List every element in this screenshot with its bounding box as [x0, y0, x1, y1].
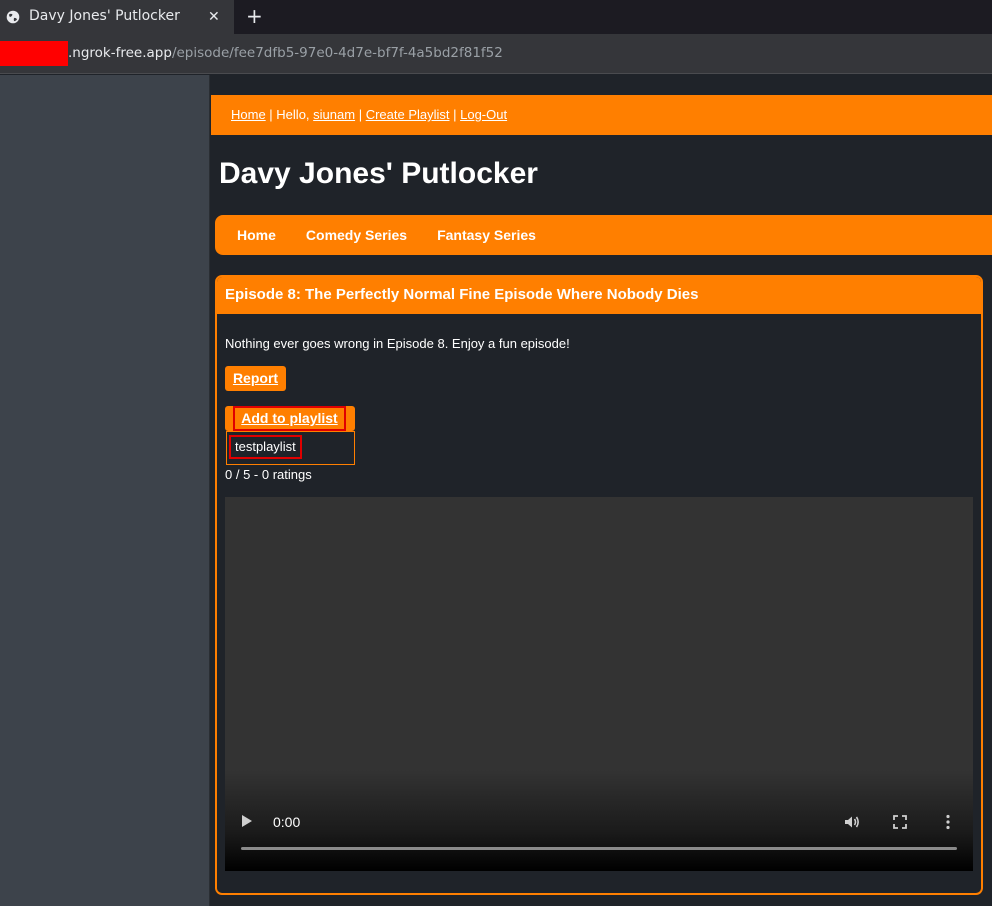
separator: | — [265, 107, 277, 122]
address-bar[interactable]: .ngrok-free.app/episode/fee7dfb5-97e0-4d… — [0, 34, 992, 74]
new-tab-icon[interactable]: + — [246, 5, 263, 27]
greeting-text: Hello, — [276, 107, 314, 122]
add-to-playlist-label: Add to playlist — [233, 406, 346, 431]
url-text[interactable]: .ngrok-free.app/episode/fee7dfb5-97e0-4d… — [68, 45, 503, 61]
playlist-option[interactable]: testplaylist — [229, 435, 302, 459]
episode-description: Nothing ever goes wrong in Episode 8. En… — [225, 336, 570, 351]
tab-title: Davy Jones' Putlocker — [29, 8, 180, 24]
username-link[interactable]: siunam — [313, 107, 355, 122]
page-content: Home | Hello, siunam | Create Playlist |… — [210, 75, 992, 906]
left-sidebar — [0, 75, 210, 906]
fullscreen-icon[interactable] — [891, 813, 909, 831]
episode-card: Episode 8: The Perfectly Normal Fine Epi… — [215, 275, 983, 895]
nav-item-fantasy-series[interactable]: Fantasy Series — [437, 227, 536, 243]
rating-text: 0 / 5 - 0 ratings — [225, 467, 312, 482]
create-playlist-link[interactable]: Create Playlist — [366, 107, 450, 122]
report-button[interactable]: Report — [225, 366, 286, 391]
volume-icon[interactable] — [843, 813, 861, 831]
nav-item-comedy-series[interactable]: Comedy Series — [306, 227, 407, 243]
redacted-region — [0, 41, 68, 66]
separator: | — [449, 107, 461, 122]
close-tab-icon[interactable]: ✕ — [208, 9, 220, 25]
separator: | — [355, 107, 366, 122]
nav-item-home[interactable]: Home — [237, 227, 276, 243]
browser-tab-bar: Davy Jones' Putlocker ✕ + — [0, 0, 992, 34]
video-progress-bar[interactable] — [241, 847, 957, 850]
more-options-icon[interactable] — [939, 813, 957, 831]
globe-icon — [6, 10, 20, 24]
episode-title: Episode 8: The Perfectly Normal Fine Epi… — [217, 277, 981, 314]
play-icon[interactable] — [242, 815, 252, 827]
site-title: Davy Jones' Putlocker — [219, 157, 538, 190]
video-time: 0:00 — [273, 814, 301, 830]
add-to-playlist-button[interactable]: Add to playlist — [225, 406, 355, 431]
main-nav: Home Comedy Series Fantasy Series — [215, 215, 992, 255]
home-link[interactable]: Home — [231, 107, 266, 122]
video-player[interactable]: 0:00 — [225, 497, 973, 871]
logout-link[interactable]: Log-Out — [460, 107, 507, 122]
user-bar: Home | Hello, siunam | Create Playlist |… — [211, 95, 992, 135]
browser-tab[interactable]: Davy Jones' Putlocker ✕ — [0, 0, 234, 34]
url-host: .ngrok-free.app — [68, 45, 172, 61]
playlist-dropdown: testplaylist — [226, 431, 355, 465]
url-path: /episode/fee7dfb5-97e0-4d7e-bf7f-4a5bd2f… — [171, 45, 503, 61]
